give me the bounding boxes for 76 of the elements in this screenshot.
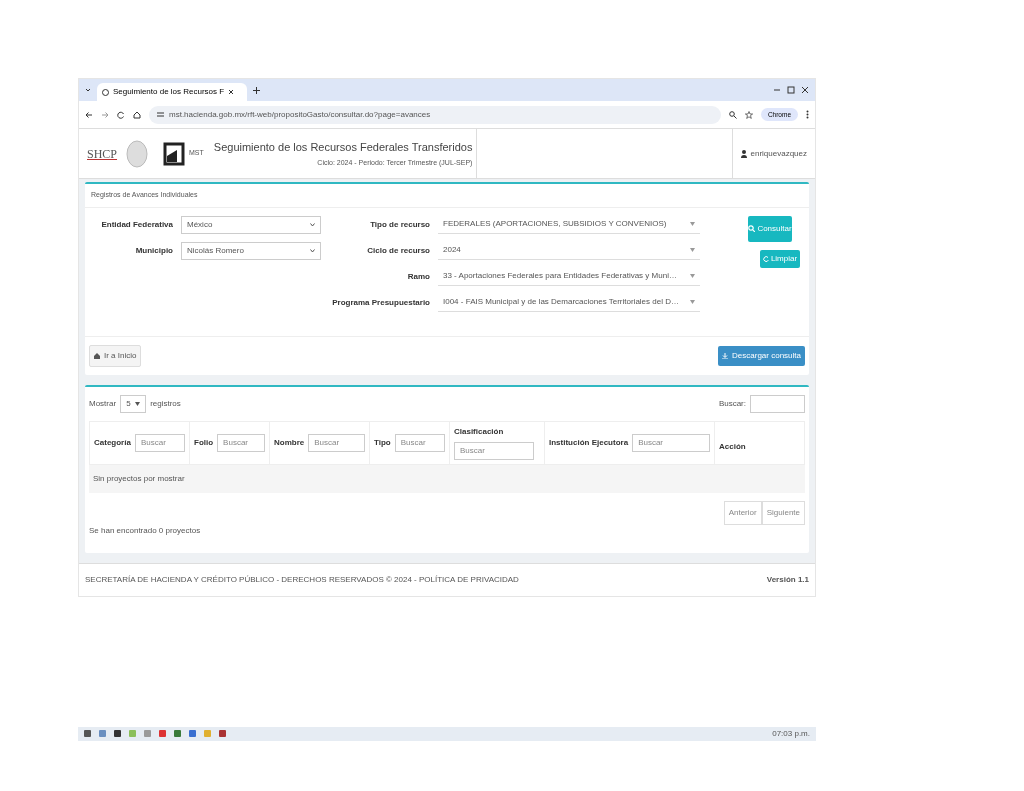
column-header: Clasificación [454, 425, 504, 438]
column-filter-field[interactable]: Buscar [308, 433, 365, 452]
records-label: registros [150, 397, 181, 410]
field-label: Entidad Federativa [100, 218, 173, 231]
caret-icon [690, 274, 695, 278]
close-icon[interactable] [228, 89, 235, 95]
mst-logo-icon [163, 141, 186, 166]
maximize-icon[interactable] [787, 86, 795, 94]
close-icon[interactable] [801, 86, 809, 94]
select-field[interactable]: México [181, 215, 321, 234]
home-button[interactable]: Ir a Inicio [89, 344, 142, 367]
column-header: Nombre [274, 436, 305, 449]
user-name: enriquevazquez [750, 147, 807, 160]
app-title: Seguimiento de los Recursos Federales Transferidos [213, 139, 473, 155]
new-tab-icon[interactable] [253, 86, 260, 94]
column-header: Institución Ejecutora [549, 436, 629, 449]
url-text: mst.hacienda.gob.mx/rft-web/propositoGasto/consultar.do?page=avances [169, 108, 431, 121]
column-filter-field[interactable]: Buscar [454, 441, 534, 460]
minimize-icon[interactable] [773, 86, 781, 94]
column-header: Tipo [374, 436, 391, 449]
clock-time: 07:03 p.m. [772, 727, 810, 740]
results-info: Se han encontrado 0 proyectos [89, 525, 201, 535]
star-icon[interactable] [744, 110, 753, 119]
field-label: Municipio [134, 244, 173, 257]
field-label: Ramo [406, 270, 430, 283]
address-bar[interactable]: mst.hacienda.gob.mx/rft-web/propositoGasto/consultar.do?page=avances [149, 105, 721, 124]
select-field[interactable]: Nicolás Romero [181, 241, 321, 260]
back-arrow-icon[interactable] [85, 110, 93, 119]
app-icon[interactable] [174, 730, 181, 737]
column-header: Categoría [94, 436, 131, 449]
download-icon [722, 352, 729, 359]
field-label: Ciclo de recurso [366, 244, 430, 257]
kebab-menu-icon[interactable] [806, 110, 809, 119]
caret-icon [690, 300, 695, 304]
caret-icon [310, 248, 315, 253]
zoom-icon[interactable] [728, 110, 737, 119]
version-text: Versión 1.1 [766, 573, 809, 586]
caret-icon [135, 401, 141, 406]
tab-title: Seguimiento de los Recursos F [113, 86, 225, 98]
column-filter-field[interactable]: Buscar [134, 433, 185, 452]
app-icon[interactable] [219, 730, 226, 737]
download-button[interactable]: Descargar consulta [718, 345, 805, 366]
home-icon[interactable] [133, 110, 141, 119]
column-filter-field[interactable]: Buscar [217, 433, 265, 452]
show-label: Mostrar [89, 397, 117, 410]
search-icon [748, 225, 756, 232]
search-label: Buscar: [718, 397, 746, 410]
home-icon [94, 352, 100, 359]
caret-icon [690, 248, 695, 252]
app-icon[interactable] [84, 730, 91, 737]
footer-text: SECRETARÍA DE HACIENDA Y CRÉDITO PÚBLICO - DERECHOS RESERVADOS © 2024 - POLÍTICA DE PRIVACIDAD [85, 573, 519, 586]
seal-icon [125, 138, 150, 169]
shcp-logo-text: SHCP [87, 145, 118, 163]
field-label: Tipo de recurso [369, 218, 430, 231]
user-icon [740, 149, 747, 158]
column-header: Folio [194, 436, 214, 449]
refresh-icon [762, 255, 769, 262]
field-label: Programa Presupuestario [331, 296, 430, 309]
caret-icon [690, 222, 695, 226]
site-settings-icon[interactable] [157, 111, 164, 118]
page-size-select[interactable]: 5 [120, 394, 147, 413]
app-icon[interactable] [189, 730, 196, 737]
globe-icon [102, 88, 109, 96]
column-header: Acción [719, 440, 746, 453]
column-filter-field[interactable]: Buscar [394, 433, 445, 452]
chevron-icon[interactable] [85, 87, 91, 93]
pagination-button[interactable]: Anterior [723, 500, 762, 525]
forward-arrow-icon[interactable] [101, 110, 109, 119]
reload-icon[interactable] [117, 110, 125, 119]
browser-tab[interactable]: Seguimiento de los Recursos F [97, 83, 247, 101]
search-field[interactable] [750, 394, 805, 413]
pagination-button[interactable]: Siguiente [761, 500, 805, 525]
caret-icon [310, 222, 315, 227]
column-filter-field[interactable]: Buscar [632, 433, 710, 452]
empty-table-message: Sin proyectos por mostrar [93, 473, 185, 483]
app-icon[interactable] [114, 730, 121, 737]
